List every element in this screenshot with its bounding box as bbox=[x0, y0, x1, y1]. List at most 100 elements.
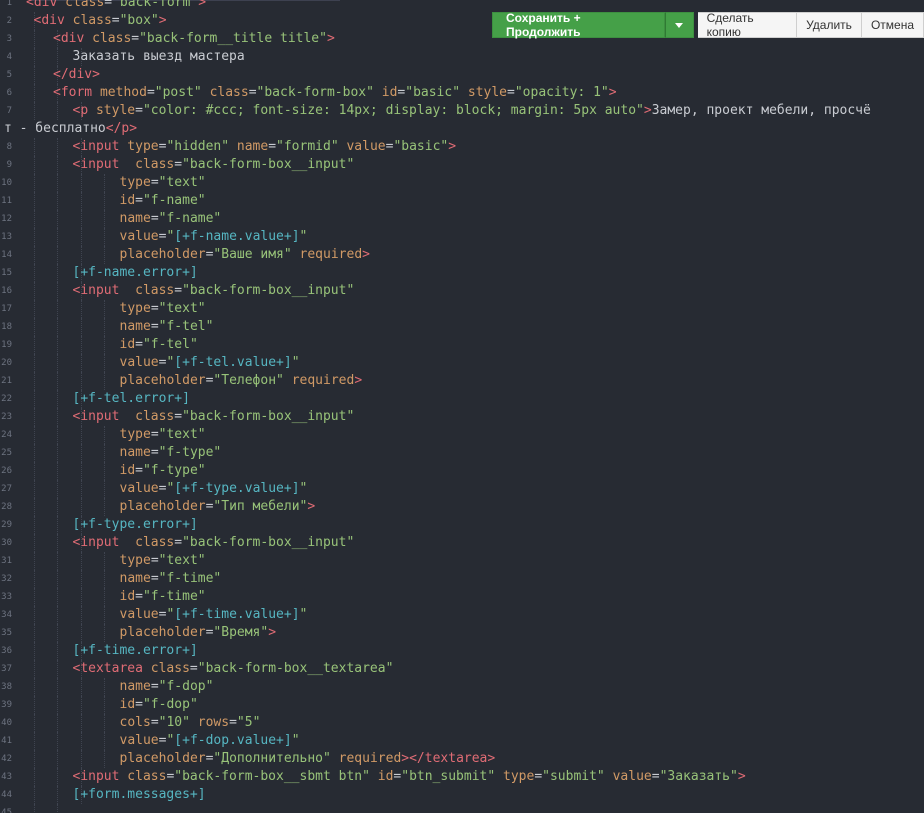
code-editor[interactable]: 1 <div class="back-form"> 2 <div class="box… bbox=[0, 0, 924, 813]
code-line[interactable]: 8 <input type="hidden" name="formid" valu… bbox=[0, 138, 924, 156]
code-line[interactable]: 10 type="text" bbox=[0, 174, 924, 192]
code-line[interactable]: 14 placeholder="Ваше имя" required> bbox=[0, 246, 924, 264]
code-token: id bbox=[119, 337, 136, 352]
code-line[interactable]: 6 <form method="post" class="back-form-bo… bbox=[0, 84, 924, 102]
code-line[interactable]: т - бесплатно</p> bbox=[0, 120, 924, 138]
line-number: 29 bbox=[1, 520, 12, 530]
code-line[interactable]: 20 value="[+f-tel.value+]" bbox=[0, 354, 924, 372]
code-line[interactable]: 21 placeholder="Телефон" required> bbox=[0, 372, 924, 390]
code-line[interactable]: 4 Заказать выезд мастера bbox=[0, 48, 924, 66]
indent-guide bbox=[33, 534, 36, 552]
code-line[interactable]: 13 value="[+f-name.value+]" bbox=[0, 228, 924, 246]
copy-button[interactable]: Сделать копию bbox=[697, 11, 798, 39]
code-line[interactable]: 43 <input class = "back-form-box__sbmt btn"… bbox=[0, 768, 924, 786]
line-number: 15 bbox=[1, 268, 12, 278]
code-token: > bbox=[307, 499, 316, 514]
code-token: <div bbox=[53, 31, 93, 46]
code-token: "text" bbox=[158, 175, 206, 190]
code-line[interactable]: 29 [+f-type.error+] bbox=[0, 516, 924, 534]
line-number: 2 bbox=[6, 16, 12, 26]
code-token: = bbox=[150, 715, 159, 730]
code-line[interactable]: 44 [+form.messages+] bbox=[0, 786, 924, 804]
code-line[interactable]: 32 name="f-time" bbox=[0, 570, 924, 588]
code-line[interactable]: 7 <p style="color: #ccc; font-size: 14px;… bbox=[0, 102, 924, 120]
indent-guide bbox=[104, 444, 106, 462]
cancel-button[interactable]: Отмена bbox=[861, 12, 924, 38]
code-line[interactable]: 26 id="f-type" bbox=[0, 462, 924, 480]
code-token: "submit" bbox=[542, 769, 605, 784]
indent-guide bbox=[33, 660, 36, 678]
code-line[interactable]: 17 type="text" bbox=[0, 300, 924, 318]
indent-guide bbox=[33, 30, 36, 48]
indent-guide bbox=[33, 444, 36, 462]
indent-guide bbox=[80, 192, 83, 210]
code-line[interactable]: 11 id="f-name" bbox=[0, 192, 924, 210]
indent-guide bbox=[57, 732, 59, 750]
code-line[interactable]: 34 value="[+f-time.value+]" bbox=[0, 606, 924, 624]
code-line[interactable]: 39 id="f-dop" bbox=[0, 696, 924, 714]
code-line[interactable]: 30 <input class="back-form-box__input" bbox=[0, 534, 924, 552]
code-token: = bbox=[150, 427, 159, 442]
code-line[interactable]: 12 name="f-name" bbox=[0, 210, 924, 228]
code-line[interactable]: 40 cols="10" rows="5" bbox=[0, 714, 924, 732]
code-line[interactable]: 25 name="f-type" bbox=[0, 444, 924, 462]
code-line[interactable]: 31 type="text" bbox=[0, 552, 924, 570]
indent-guide bbox=[104, 228, 106, 246]
code-line[interactable]: 5 </div> bbox=[0, 66, 924, 84]
indent-guide bbox=[33, 300, 36, 318]
code-line[interactable]: 41 value="[+f-dop.value+]" bbox=[0, 732, 924, 750]
code-line[interactable]: 22 [+f-tel.error+] bbox=[0, 390, 924, 408]
indent-guide bbox=[80, 570, 83, 588]
code-line[interactable]: 15 [+f-name.error+] bbox=[0, 264, 924, 282]
code-line[interactable]: 23 <input class="back-form-box__input" bbox=[0, 408, 924, 426]
code-token: "btn_submit" bbox=[401, 769, 496, 784]
code-line[interactable]: 38 name="f-dop" bbox=[0, 678, 924, 696]
indent-guide bbox=[57, 192, 59, 210]
code-line[interactable]: 35 placeholder="Время"> bbox=[0, 624, 924, 642]
indent-guide bbox=[57, 516, 59, 534]
code-line[interactable]: 33 id="f-time" bbox=[0, 588, 924, 606]
delete-button[interactable]: Удалить bbox=[797, 12, 862, 38]
code-line[interactable]: 9 <input class="back-form-box__input" bbox=[0, 156, 924, 174]
code-line[interactable]: 42 placeholder="Дополнительно" required><… bbox=[0, 750, 924, 768]
code-line[interactable]: 37 <textarea class="back-form-box__textar… bbox=[0, 660, 924, 678]
code-text: value="[+f-time.value+]" bbox=[120, 606, 308, 624]
save-continue-button[interactable]: Сохранить + Продолжить bbox=[492, 11, 665, 39]
code-line[interactable]: 36 [+f-time.error+] bbox=[0, 642, 924, 660]
save-options-dropdown[interactable] bbox=[664, 12, 694, 38]
code-line[interactable]: 27 value="[+f-type.value+]" bbox=[0, 480, 924, 498]
code-token: [+f-time.value+] bbox=[174, 607, 300, 622]
code-line[interactable]: 28 placeholder="Тип мебели"> bbox=[0, 498, 924, 516]
indent-guide bbox=[57, 390, 59, 408]
code-line[interactable]: 18 name="f-tel" bbox=[0, 318, 924, 336]
indent-guide bbox=[33, 84, 36, 102]
code-line[interactable]: 19 id="f-tel" bbox=[0, 336, 924, 354]
code-token: "hidden" bbox=[166, 139, 230, 154]
code-token: = bbox=[507, 85, 515, 100]
code-token: = bbox=[150, 445, 159, 460]
code-token: "box" bbox=[119, 13, 159, 28]
indent-guide bbox=[33, 570, 36, 588]
code-token: <input bbox=[72, 409, 136, 424]
code-token: type bbox=[127, 139, 159, 154]
code-lines[interactable]: 1 <div class="back-form"> 2 <div class="box… bbox=[0, 0, 924, 813]
code-line[interactable]: 16 <input class="back-form-box__input" bbox=[0, 282, 924, 300]
code-token: id bbox=[119, 697, 136, 712]
code-text: placeholder="Ваше имя" required> bbox=[120, 246, 370, 264]
code-token: name bbox=[119, 319, 151, 334]
code-text: <div class="box"> bbox=[34, 12, 167, 30]
indent-guide bbox=[33, 606, 36, 624]
code-text: [+form.messages+] bbox=[73, 786, 206, 804]
code-text: value="[+f-type.value+]" bbox=[120, 480, 308, 498]
code-token: "back-form-box__input" bbox=[182, 157, 355, 172]
code-token: value bbox=[612, 769, 652, 784]
indent-guide bbox=[104, 192, 106, 210]
indent-guide bbox=[57, 210, 59, 228]
code-token: style bbox=[95, 103, 136, 118]
code-line[interactable]: 24 type="text" bbox=[0, 426, 924, 444]
code-line[interactable]: 45 bbox=[0, 804, 924, 813]
code-text: name="f-name" bbox=[120, 210, 222, 228]
code-token: <input bbox=[72, 157, 136, 172]
code-token: "10" bbox=[158, 715, 190, 730]
